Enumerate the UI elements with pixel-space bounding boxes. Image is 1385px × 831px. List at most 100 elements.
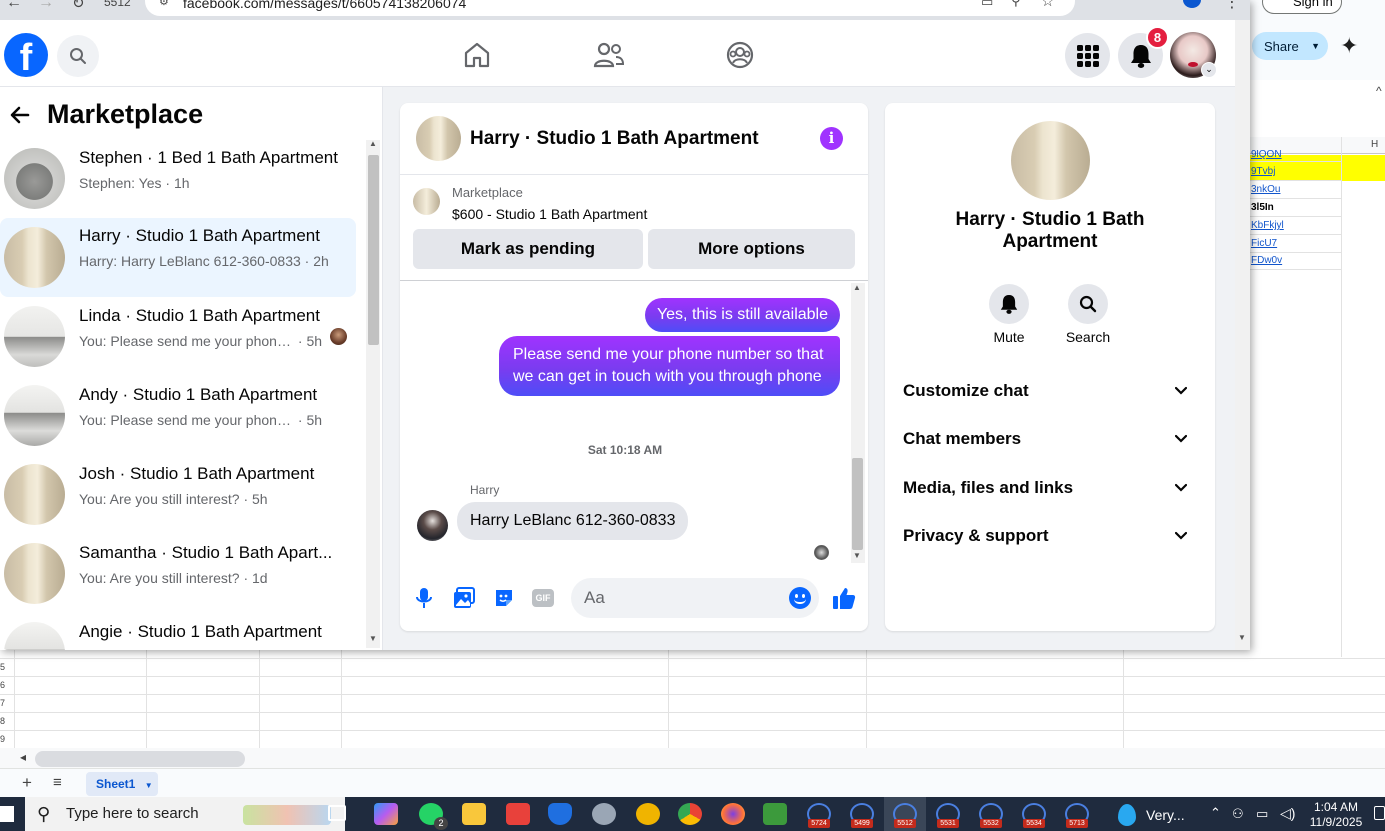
profile-icon[interactable] (1183, 0, 1201, 8)
zoom-icon[interactable]: ⚲ (1011, 0, 1021, 9)
emoji-icon[interactable] (789, 587, 811, 609)
outgoing-message[interactable]: Yes, this is still available (644, 298, 840, 332)
sheet-cell[interactable]: FDw0v (1250, 252, 1342, 270)
thumbs-up-icon[interactable] (832, 586, 856, 615)
start-button[interactable] (0, 806, 14, 822)
weather-icon[interactable] (1118, 804, 1136, 826)
search-in-chat-button[interactable] (1068, 284, 1108, 324)
chat-title[interactable]: Harry · Studio 1 Bath Apartment (470, 128, 759, 150)
facebook-logo[interactable]: f (4, 33, 48, 77)
system-clock[interactable]: 1:04 AM 11/9/2025 (1306, 800, 1366, 830)
outgoing-message[interactable]: Please send me your phone number so that… (499, 336, 840, 396)
back-arrow-icon[interactable] (8, 103, 32, 132)
app-umbrella-icon[interactable] (592, 803, 616, 825)
listing-price-title[interactable]: $600 - Studio 1 Bath Apartment (452, 206, 647, 222)
all-sheets-icon[interactable]: ≡ (53, 774, 62, 791)
back-icon[interactable]: ← (6, 0, 22, 12)
conversation-item[interactable]: Andy · Studio 1 Bath Apartment You: Plea… (0, 377, 356, 453)
task-view-icon[interactable] (328, 805, 346, 821)
notification-center-icon[interactable] (1374, 806, 1385, 820)
customize-chat-row[interactable]: Customize chat (903, 371, 1197, 411)
photo-icon[interactable] (453, 587, 475, 614)
sticker-icon[interactable] (493, 587, 515, 614)
search-icon (70, 48, 86, 64)
shield-icon[interactable] (548, 803, 572, 825)
menu-button[interactable] (1065, 33, 1110, 78)
scroll-down-icon[interactable]: ▼ (853, 551, 861, 560)
conversation-item[interactable]: Samantha · Studio 1 Bath Apart... You: A… (0, 535, 356, 611)
network-icon[interactable]: ▭ (1256, 806, 1268, 822)
mark-as-pending-button[interactable]: Mark as pending (413, 229, 643, 269)
list-scroll-thumb[interactable] (368, 155, 379, 345)
tray-chevron-icon[interactable]: ⌃ (1210, 805, 1221, 821)
conversation-item[interactable]: Stephen · 1 Bed 1 Bath Apartment Stephen… (0, 140, 356, 216)
forward-icon[interactable]: → (38, 0, 54, 12)
sheet-cell[interactable]: 9Tvbj (1250, 163, 1342, 181)
home-tab[interactable] (462, 40, 492, 75)
mute-button[interactable] (989, 284, 1029, 324)
conversation-item[interactable]: Josh · Studio 1 Bath Apartment You: Are … (0, 456, 356, 532)
conversation-item[interactable]: Linda · Studio 1 Bath Apartment You: Ple… (0, 298, 356, 374)
bookmark-star-icon[interactable]: ☆ (1041, 0, 1054, 10)
chrome-icon[interactable] (678, 803, 702, 825)
sheet-cell[interactable]: 9lQON (1250, 150, 1342, 162)
sheet-tab[interactable]: Sheet1 ▼ (86, 772, 158, 796)
conversation-item[interactable]: Angie · Studio 1 Bath Apartment (0, 614, 356, 650)
info-avatar[interactable] (1011, 121, 1090, 200)
reload-icon[interactable]: ↻ (72, 0, 85, 12)
add-sheet-icon[interactable]: + (22, 773, 32, 793)
install-app-icon[interactable]: ▭ (981, 0, 993, 10)
privacy-support-row[interactable]: Privacy & support (903, 516, 1197, 556)
account-chevron-icon[interactable]: ⌄ (1201, 62, 1217, 78)
copilot-icon[interactable] (374, 803, 398, 825)
scroll-up-icon[interactable]: ▲ (369, 139, 377, 148)
chat-avatar[interactable] (416, 116, 461, 161)
sheet-cell[interactable]: 3nkOu (1250, 181, 1342, 199)
scroll-up-icon[interactable]: ▲ (853, 283, 861, 292)
chevron-down-icon (1174, 371, 1188, 426)
share-dropdown-icon[interactable]: ▼ (1311, 41, 1320, 51)
page-scrollbar[interactable]: ▼ (1235, 20, 1250, 650)
gif-button[interactable]: GIF (532, 589, 554, 607)
info-icon[interactable]: i (820, 127, 843, 150)
sheet-cell[interactable]: KbFkjyl (1250, 217, 1342, 235)
incoming-message[interactable]: Harry LeBlanc 612-360-0833 (457, 502, 689, 540)
tray-icon[interactable]: ⚇ (1232, 806, 1244, 822)
site-info-icon[interactable]: ⚙ (159, 0, 169, 8)
app-red-icon[interactable] (506, 803, 530, 825)
scroll-down-icon[interactable]: ▼ (1238, 633, 1246, 642)
firefox-icon[interactable] (721, 803, 745, 825)
chevron-down-icon[interactable]: ▼ (145, 781, 153, 790)
address-bar[interactable]: ⚙ facebook.com/messages/t/66057413820607… (145, 0, 1075, 16)
scroll-left-icon[interactable]: ◂ (20, 750, 26, 764)
horizontal-scroll-thumb[interactable] (35, 751, 245, 767)
scroll-down-icon[interactable]: ▼ (369, 634, 377, 643)
menu-kebab-icon[interactable]: ⋮ (1224, 0, 1240, 12)
app-x-icon[interactable] (636, 803, 660, 825)
conversation-item[interactable]: Harry · Studio 1 Bath Apartment Harry: H… (0, 218, 356, 297)
gemini-icon[interactable]: ✦ (1340, 33, 1358, 59)
friends-tab[interactable] (593, 40, 625, 75)
search-button[interactable] (57, 35, 99, 77)
message-input[interactable]: Aa (571, 578, 819, 618)
chevron-up-icon[interactable]: ^ (1376, 84, 1382, 98)
taskbar-search[interactable]: ⚲ Type here to search (25, 797, 345, 831)
media-files-links-row[interactable]: Media, files and links (903, 468, 1197, 508)
sender-avatar[interactable] (417, 510, 448, 541)
sheet-cell[interactable]: 3l5In (1250, 199, 1342, 217)
sign-in-button[interactable]: Sign in (1262, 0, 1342, 14)
file-explorer-icon[interactable] (462, 803, 486, 825)
groups-tab[interactable] (725, 40, 755, 75)
sheet-cell[interactable]: FicU7 (1250, 235, 1342, 253)
microphone-icon[interactable] (414, 587, 434, 614)
share-button[interactable]: Share ▼ (1252, 32, 1328, 60)
search-placeholder: Type here to search (66, 805, 199, 822)
chat-members-row[interactable]: Chat members (903, 419, 1197, 459)
chat-scroll-thumb[interactable] (852, 458, 863, 550)
sign-in-label: Sign in (1293, 0, 1333, 9)
weather-label[interactable]: Very... (1146, 807, 1185, 823)
spreadsheet-app-icon[interactable] (763, 803, 787, 825)
groups-icon (726, 41, 754, 69)
more-options-button[interactable]: More options (648, 229, 855, 269)
volume-icon[interactable]: ◁) (1280, 805, 1295, 822)
